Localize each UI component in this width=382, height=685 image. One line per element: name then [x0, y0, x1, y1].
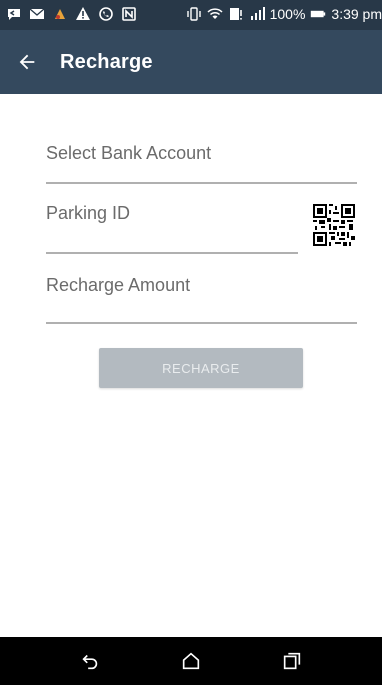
warning-icon — [75, 6, 91, 22]
vibrate-icon — [186, 6, 202, 22]
qr-code-icon — [313, 204, 355, 246]
download-icon — [228, 6, 244, 22]
wifi-icon — [207, 6, 223, 22]
app-bar: Recharge — [0, 30, 382, 94]
battery-percent: 100% — [269, 6, 306, 22]
screen: 100% 3:39 pm Recharge Select Bank Accoun… — [0, 0, 382, 685]
navigation-bar — [0, 637, 382, 685]
home-icon — [180, 650, 202, 672]
recharge-button[interactable]: RECHARGE — [99, 348, 303, 388]
battery-icon — [310, 6, 326, 22]
nfc-icon — [121, 6, 137, 22]
status-bar: 100% 3:39 pm — [0, 0, 382, 30]
parking-id-label: Parking ID — [46, 203, 131, 223]
qr-scan-button[interactable] — [313, 204, 355, 246]
app-icon — [52, 6, 68, 22]
bank-account-label: Select Bank Account — [46, 143, 212, 163]
bank-account-select[interactable]: Select Bank Account — [46, 142, 357, 186]
message-icon — [6, 6, 22, 22]
parking-id-field[interactable]: Parking ID — [46, 202, 298, 256]
status-bar-right: 100% 3:39 pm — [186, 6, 382, 22]
back-button[interactable] — [16, 40, 60, 84]
nav-home-button[interactable] — [167, 637, 215, 685]
bank-account-underline — [46, 182, 357, 184]
nav-recents-button[interactable] — [268, 637, 316, 685]
recharge-amount-field[interactable]: Recharge Amount — [46, 274, 357, 326]
status-bar-left — [6, 6, 137, 22]
signal-icon — [249, 6, 265, 22]
parking-id-underline — [46, 252, 298, 254]
clock: 3:39 pm — [331, 6, 382, 22]
page-title: Recharge — [60, 50, 153, 73]
back-icon — [79, 650, 101, 672]
mail-icon — [29, 6, 45, 22]
recents-icon — [281, 650, 303, 672]
nav-back-button[interactable] — [66, 637, 114, 685]
nfc-call-icon — [98, 6, 114, 22]
recharge-amount-underline — [46, 322, 357, 324]
arrow-left-icon — [16, 51, 38, 73]
recharge-amount-label: Recharge Amount — [46, 275, 191, 295]
